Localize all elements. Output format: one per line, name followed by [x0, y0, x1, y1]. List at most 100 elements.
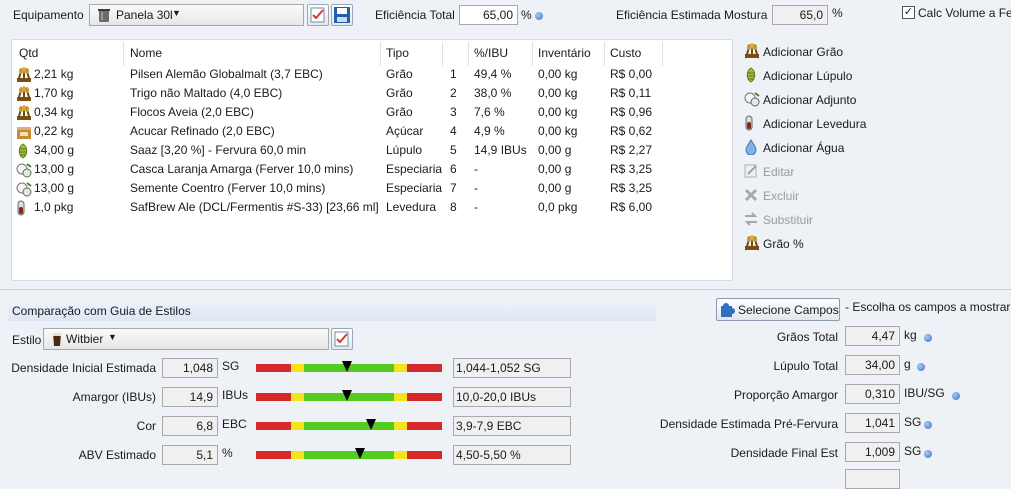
- adjunct-icon: [15, 162, 32, 178]
- table-row[interactable]: 0,34 kg Flocos Aveia (2,0 EBC) Grão 3 7,6 % 0…: [12, 103, 732, 122]
- cell-type: Especiaria: [386, 181, 443, 195]
- gauge-marker-icon: [342, 361, 353, 372]
- save-equipment-button[interactable]: [331, 4, 353, 26]
- style-row-label: ABV Estimado: [78, 448, 156, 462]
- table-row[interactable]: 2,21 kg Pilsen Alemão Globalmalt (3,7 EBC…: [12, 65, 732, 84]
- cell-cost: R$ 0,96: [610, 105, 653, 119]
- delete-icon: [743, 187, 761, 205]
- table-row[interactable]: 1,0 pkg SafBrew Ale (DCL/Fermentis #S-33)…: [12, 198, 732, 217]
- info-dot-icon[interactable]: [924, 421, 932, 429]
- select-fields-hint: - Escolha os campos a mostrar: [845, 300, 1011, 314]
- replace-icon: [743, 211, 761, 229]
- action-label: Excluir: [763, 189, 800, 203]
- cell-order: 1: [450, 67, 457, 81]
- cell-type: Levedura: [386, 200, 437, 214]
- info-dot-icon[interactable]: [952, 392, 960, 400]
- stat-value: 1,041: [845, 413, 900, 433]
- yeast-icon: [15, 200, 31, 216]
- select-fields-label: Selecione Campos: [738, 303, 839, 317]
- style-row-unit: SG: [222, 359, 240, 373]
- info-dot-icon[interactable]: [917, 363, 925, 371]
- cell-type: Grão: [386, 105, 413, 119]
- grain-icon: [15, 67, 31, 83]
- cell-inventory: 0,00 g: [538, 162, 572, 176]
- cell-cost: R$ 0,62: [610, 124, 653, 138]
- stat-value: 34,00: [845, 355, 900, 375]
- select-fields-button[interactable]: Selecione Campos: [716, 298, 840, 321]
- cell-order: 6: [450, 162, 457, 176]
- grain-icon: [743, 235, 761, 253]
- cell-inventory: 0,00 kg: [538, 86, 578, 100]
- style-guide-title: Comparação com Guia de Estilos: [12, 304, 191, 318]
- cell-qty: 34,00 g: [34, 143, 75, 157]
- cell-order: 4: [450, 124, 457, 138]
- stat-unit: g: [904, 357, 911, 371]
- style-row-unit: EBC: [222, 417, 247, 431]
- column-header-cost[interactable]: Custo: [610, 46, 641, 60]
- column-header-name[interactable]: Nome: [130, 46, 162, 60]
- edit-equipment-button[interactable]: [307, 4, 329, 26]
- style-gauge: [256, 448, 442, 459]
- yeast-icon: [743, 115, 761, 133]
- cell-qty: 2,21 kg: [34, 67, 74, 81]
- style-row-label: Cor: [136, 419, 156, 433]
- style-value: Witbier: [66, 332, 104, 346]
- column-header-pct-ibu[interactable]: %/IBU: [474, 46, 508, 60]
- column-header-inventory[interactable]: Inventário: [538, 46, 591, 60]
- style-gauge: [256, 419, 442, 430]
- gauge-marker-icon: [355, 448, 366, 459]
- cell-order: 2: [450, 86, 457, 100]
- style-row-unit: %: [222, 446, 233, 460]
- hop-icon: [15, 143, 31, 159]
- cell-pct: 7,6 %: [474, 105, 505, 119]
- style-range: 1,044-1,052 SG: [453, 358, 571, 378]
- equipment-select[interactable]: Panela 30l ▼: [89, 4, 304, 26]
- cell-pct: 14,9 IBUs: [474, 143, 527, 157]
- equipment-label: Equipamento: [13, 8, 84, 22]
- style-label: Estilo: [12, 333, 42, 347]
- mash-efficiency-value: 65,0: [772, 5, 828, 25]
- table-row[interactable]: 1,70 kg Trigo não Maltado (4,0 EBC) Grão 2 3…: [12, 84, 732, 103]
- table-row[interactable]: 13,00 g Casca Laranja Amarga (Ferver 10,0…: [12, 160, 732, 179]
- info-dot-icon[interactable]: [924, 334, 932, 342]
- info-dot-icon[interactable]: [535, 11, 543, 20]
- cell-order: 8: [450, 200, 457, 214]
- style-row-value: 6,8: [162, 416, 218, 436]
- checklist-icon: [334, 331, 349, 347]
- chevron-down-icon: ▼: [172, 8, 181, 18]
- cell-name: Saaz [3,20 %] - Fervura 60,0 min: [130, 143, 307, 157]
- cell-name: SafBrew Ale (DCL/Fermentis #S-33) [23,66…: [130, 200, 379, 214]
- cell-qty: 13,00 g: [34, 162, 75, 176]
- cell-name: Pilsen Alemão Globalmalt (3,7 EBC): [130, 67, 323, 81]
- stat-label: Densidade Final Est: [730, 446, 838, 460]
- cell-inventory: 0,0 pkg: [538, 200, 578, 214]
- stat-value: 0,310: [845, 384, 900, 404]
- cell-name: Trigo não Maltado (4,0 EBC): [130, 86, 283, 100]
- hop-icon: [743, 67, 761, 85]
- sugar-icon: [15, 124, 31, 140]
- cell-order: 3: [450, 105, 457, 119]
- calc-volume-checkbox[interactable]: ✓: [902, 6, 915, 19]
- total-efficiency-input[interactable]: 65,00: [459, 5, 518, 25]
- cell-qty: 1,70 kg: [34, 86, 74, 100]
- style-guide-header: Comparação com Guia de Estilos: [8, 301, 656, 321]
- style-details-button[interactable]: [331, 328, 353, 350]
- table-row[interactable]: 34,00 g Saaz [3,20 %] - Fervura 60,0 min L…: [12, 141, 732, 160]
- column-header-type[interactable]: Tipo: [386, 46, 409, 60]
- table-row[interactable]: 0,22 kg Acucar Refinado (2,0 EBC) Açúcar 4 4…: [12, 122, 732, 141]
- cell-cost: R$ 6,00: [610, 200, 653, 214]
- pot-icon: [98, 8, 110, 22]
- cell-type: Açúcar: [386, 124, 424, 138]
- stat-value: 4,47: [845, 326, 900, 346]
- info-dot-icon[interactable]: [924, 450, 932, 458]
- style-gauge: [256, 361, 442, 372]
- style-select[interactable]: Witbier ▼: [43, 328, 329, 350]
- cell-type: Especiaria: [386, 162, 443, 176]
- chevron-down-icon: ▼: [108, 332, 117, 342]
- cell-type: Grão: [386, 67, 413, 81]
- column-header-qty[interactable]: Qtd: [19, 46, 38, 60]
- mash-efficiency-unit: %: [832, 6, 843, 20]
- beer-glass-icon: [52, 332, 61, 346]
- table-row[interactable]: 13,00 g Semente Coentro (Ferver 10,0 mins…: [12, 179, 732, 198]
- puzzle-icon: [720, 302, 736, 321]
